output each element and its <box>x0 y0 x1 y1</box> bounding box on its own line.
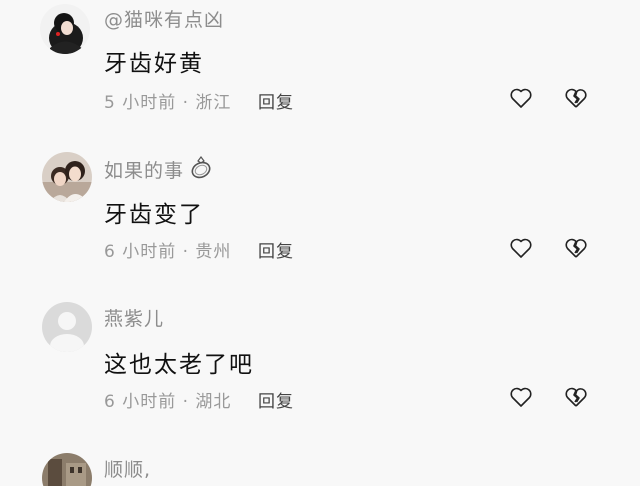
comment-meta: 6 小时前 · 贵州 <box>104 242 232 262</box>
broken-heart-outline-icon[interactable] <box>564 385 588 409</box>
comment-meta: 6 小时前 · 湖北 <box>104 392 232 412</box>
ring-icon <box>191 156 211 179</box>
username[interactable]: 燕紫儿 <box>104 304 164 331</box>
heart-outline-icon[interactable] <box>509 385 533 409</box>
reply-button[interactable]: 回复 <box>258 237 294 262</box>
comment-text: 这也太老了吧 <box>104 352 254 378</box>
comment-text: 牙齿变了 <box>104 202 204 228</box>
comment-text: 牙齿好黄 <box>104 51 204 77</box>
comment-meta: 5 小时前 · 浙江 <box>104 93 232 113</box>
broken-heart-outline-icon[interactable] <box>564 236 588 260</box>
broken-heart-outline-icon[interactable] <box>564 86 588 110</box>
username[interactable]: 顺顺, <box>104 455 151 482</box>
heart-outline-icon[interactable] <box>509 86 533 110</box>
avatar[interactable] <box>40 4 90 54</box>
reply-button[interactable]: 回复 <box>258 88 294 113</box>
username[interactable]: @猫咪有点凶 <box>104 5 224 32</box>
heart-outline-icon[interactable] <box>509 236 533 260</box>
avatar[interactable] <box>42 302 92 352</box>
avatar[interactable] <box>42 453 92 486</box>
username-text: 如果的事 <box>104 160 185 182</box>
avatar[interactable] <box>42 152 92 202</box>
username[interactable]: 如果的事 <box>104 155 214 183</box>
reply-button[interactable]: 回复 <box>258 387 294 412</box>
comment-feed: @猫咪有点凶 牙齿好黄 5 小时前 · 浙江 回复 如果的事 牙齿变了 6 小时… <box>0 0 640 486</box>
